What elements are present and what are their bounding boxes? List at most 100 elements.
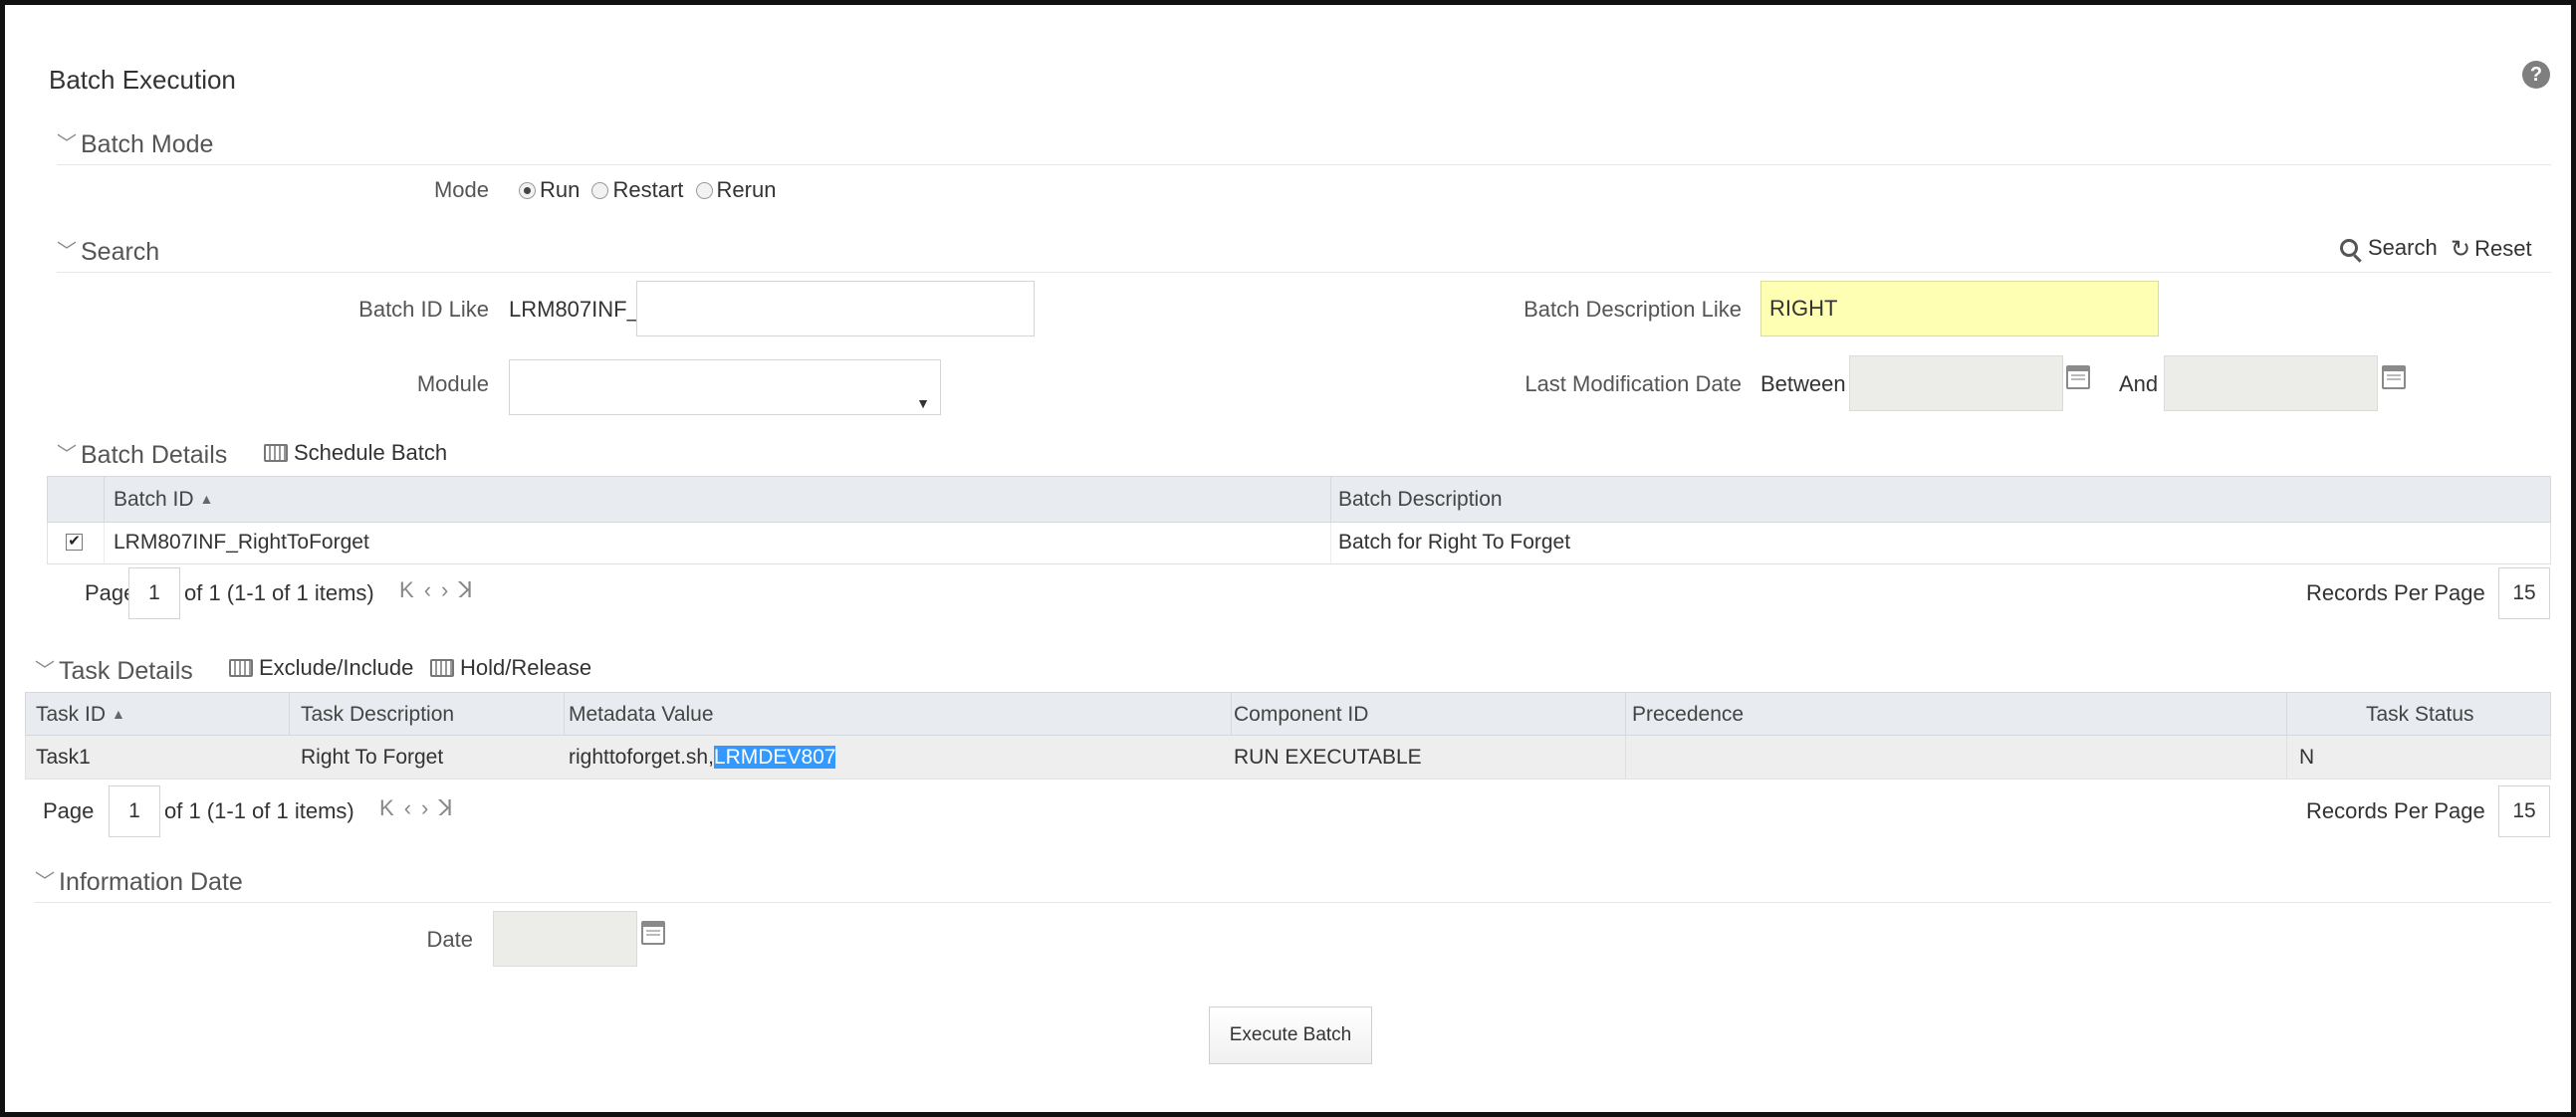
search-button-label: Search (2368, 235, 2438, 260)
column-divider (1625, 736, 1626, 779)
table-row[interactable]: Task1 Right To Forget righttoforget.sh,L… (25, 736, 2551, 780)
schedule-icon (264, 444, 288, 462)
mode-rerun-option[interactable]: Rerun (695, 177, 777, 202)
chevron-down-icon: ﹀ (57, 444, 77, 466)
to-date-input[interactable] (2164, 355, 2378, 411)
task-status-column-header[interactable]: Task Status (2366, 703, 2474, 727)
prev-page-icon[interactable]: ‹ (404, 795, 421, 820)
task-id-cell: Task1 (36, 746, 91, 769)
reset-button[interactable]: ↻ Reset (2443, 235, 2532, 264)
next-page-icon[interactable]: › (421, 795, 438, 820)
execute-batch-button[interactable]: Execute Batch (1209, 1006, 1372, 1064)
table-row[interactable]: ✔ LRM807INF_RightToForget Batch for Righ… (47, 523, 2551, 564)
records-per-page-input[interactable]: 15 (2498, 785, 2550, 837)
date-label: Date (426, 927, 473, 952)
hold-release-icon (430, 659, 454, 677)
dropdown-arrow-icon: ▼ (916, 395, 930, 411)
schedule-batch-label: Schedule Batch (294, 440, 448, 465)
information-date-input[interactable] (493, 911, 637, 967)
column-divider (564, 693, 565, 735)
radio-run[interactable] (519, 182, 536, 199)
column-divider (289, 693, 290, 735)
task-table-header: Task ID ▲ Task Description Metadata Value… (25, 692, 2551, 736)
last-page-icon[interactable]: ꓘ (438, 795, 462, 820)
metadata-value-cell[interactable]: righttoforget.sh,LRMDEV807 (569, 746, 836, 770)
page-number-input[interactable]: 1 (128, 567, 180, 619)
batch-id-cell: LRM807INF_RightToForget (114, 531, 369, 554)
last-page-icon[interactable]: ꓘ (458, 577, 482, 602)
column-divider (104, 523, 105, 563)
column-divider (104, 477, 105, 522)
task-status-cell: N (2299, 746, 2315, 769)
pager-nav: K‹›ꓘ (399, 577, 483, 603)
column-divider (1330, 477, 1331, 522)
search-button[interactable]: Search (2340, 235, 2438, 261)
column-divider (1330, 523, 1331, 563)
batch-mode-header-label: Batch Mode (81, 130, 214, 158)
metadata-value-column-header[interactable]: Metadata Value (569, 703, 714, 727)
hold-release-button[interactable]: Hold/Release (430, 655, 591, 681)
chevron-down-icon: ﹀ (57, 241, 77, 263)
section-divider (57, 272, 2551, 273)
section-divider (35, 902, 2551, 903)
section-divider (57, 164, 2551, 165)
batch-id-input[interactable] (636, 281, 1035, 336)
mode-rerun-label: Rerun (716, 177, 777, 202)
task-details-header[interactable]: ﹀ Task Details (35, 656, 193, 686)
batch-id-column-header[interactable]: Batch ID ▲ (114, 488, 213, 512)
pager-of-text: of 1 (1-1 of 1 items) (164, 798, 354, 823)
batch-table-header: Batch ID ▲ Batch Description (47, 476, 2551, 523)
batch-description-input[interactable]: RIGHT (1760, 281, 2159, 336)
records-per-page-label: Records Per Page (2306, 798, 2485, 823)
batch-description-cell: Batch for Right To Forget (1338, 531, 1571, 554)
batch-id-label: Batch ID Like (358, 297, 489, 322)
search-header[interactable]: ﹀ Search (57, 237, 159, 267)
first-page-icon[interactable]: K (399, 577, 424, 602)
metadata-selected-text[interactable]: LRMDEV807 (713, 746, 836, 769)
prev-page-icon[interactable]: ‹ (424, 577, 441, 602)
metadata-value-text: righttoforget.sh, (569, 746, 714, 769)
page-title: Batch Execution (49, 65, 236, 95)
between-label: Between (1760, 371, 1846, 396)
information-date-header[interactable]: ﹀ Information Date (35, 867, 243, 897)
schedule-batch-button[interactable]: Schedule Batch (264, 440, 447, 466)
batch-execution-window: Batch Execution ? ﹀ Batch Mode Mode Run R… (0, 0, 2576, 1117)
next-page-icon[interactable]: › (441, 577, 458, 602)
column-divider (1625, 693, 1626, 735)
chevron-down-icon: ﹀ (57, 133, 77, 155)
calendar-icon[interactable] (2066, 365, 2090, 389)
column-divider (2286, 693, 2287, 735)
module-select[interactable]: ▼ (509, 359, 941, 415)
batch-description-column-header[interactable]: Batch Description (1338, 488, 1503, 512)
exclude-include-button[interactable]: Exclude/Include (229, 655, 413, 681)
component-id-column-header[interactable]: Component ID (1234, 703, 1368, 727)
from-date-input[interactable] (1849, 355, 2063, 411)
records-per-page-label: Records Per Page (2306, 580, 2485, 605)
search-header-label: Search (81, 238, 160, 266)
column-divider (1231, 693, 1232, 735)
help-icon[interactable]: ? (2522, 61, 2550, 89)
task-id-column-header[interactable]: Task ID ▲ (36, 703, 125, 727)
precedence-column-header[interactable]: Precedence (1632, 703, 1744, 727)
mode-run-label: Run (540, 177, 581, 202)
pager-nav: K‹›ꓘ (379, 795, 463, 821)
batch-mode-header[interactable]: ﹀ Batch Mode (57, 129, 213, 159)
chevron-down-icon: ﹀ (35, 660, 55, 682)
records-per-page-input[interactable]: 15 (2498, 567, 2550, 619)
module-label: Module (416, 371, 489, 396)
row-checkbox[interactable]: ✔ (66, 534, 83, 551)
batch-id-prefix: LRM807INF_ (509, 297, 639, 322)
last-modification-label: Last Modification Date (1524, 371, 1742, 396)
radio-rerun[interactable] (695, 182, 713, 199)
mode-run-option[interactable]: Run (519, 177, 580, 202)
task-id-column-label: Task ID (36, 703, 107, 726)
task-description-column-header[interactable]: Task Description (301, 703, 454, 727)
batch-details-header[interactable]: ﹀ Batch Details (57, 440, 227, 470)
mode-restart-option[interactable]: Restart (591, 177, 683, 202)
calendar-icon[interactable] (2382, 365, 2406, 389)
page-number-input[interactable]: 1 (109, 785, 160, 837)
first-page-icon[interactable]: K (379, 795, 404, 820)
radio-restart[interactable] (591, 182, 609, 199)
calendar-icon[interactable] (641, 921, 665, 945)
information-date-header-label: Information Date (59, 868, 243, 896)
